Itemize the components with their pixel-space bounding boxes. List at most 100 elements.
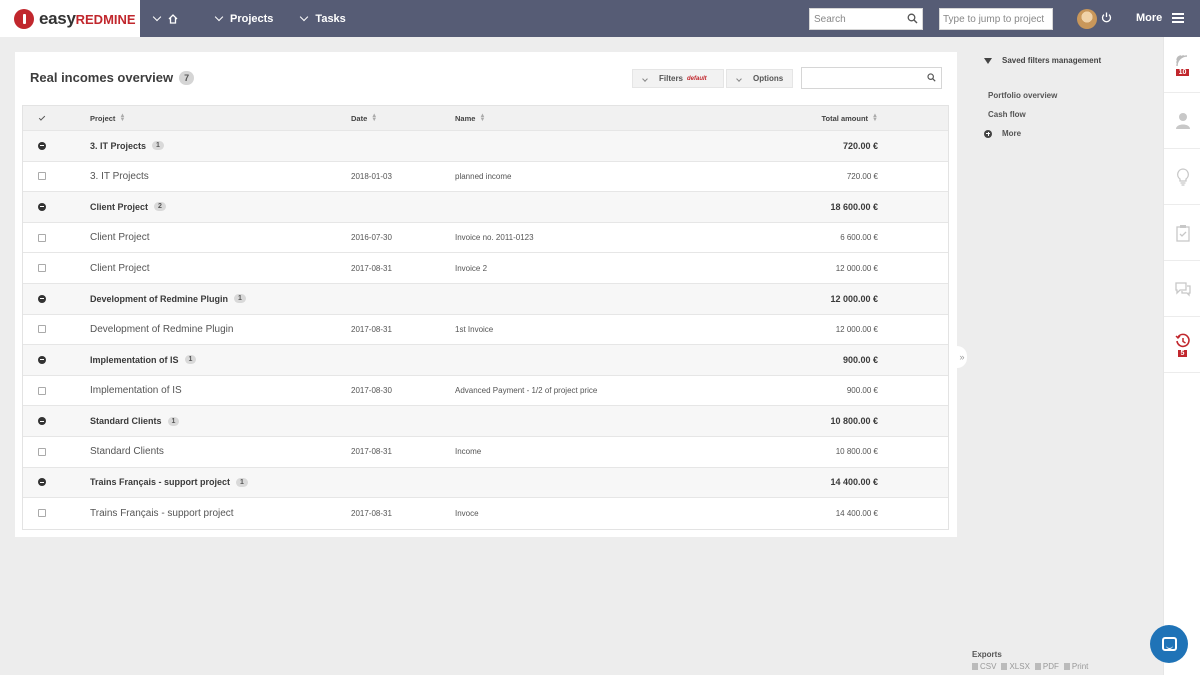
column-total-amount[interactable]: Total amount ▲ ▼	[822, 106, 878, 130]
more-menu-label[interactable]: More	[1136, 12, 1162, 24]
row-checkbox[interactable]	[38, 233, 46, 242]
column-project-label: Project	[90, 113, 116, 123]
list-search-input[interactable]	[801, 67, 942, 89]
group-label: Standard Clients	[90, 416, 162, 427]
page-title: Real incomes overview 7	[30, 70, 195, 85]
table-row[interactable]: Trains Français - support project 2017-0…	[23, 498, 948, 529]
table-row[interactable]: Standard Clients 2017-08-31 Income 10 80…	[23, 437, 948, 468]
sidebar-link-portfolio-overview[interactable]: Portfolio overview	[988, 91, 1057, 100]
row-checkbox[interactable]	[38, 172, 46, 181]
jump-to-project-input[interactable]: Type to jump to project	[939, 8, 1053, 30]
saved-filters-label: Saved filters management	[1002, 56, 1102, 65]
column-project[interactable]: Project ▲ ▼	[90, 106, 125, 130]
group-label: Development of Redmine Plugin	[90, 293, 229, 304]
export-print[interactable]: Print	[1064, 662, 1088, 671]
filters-button[interactable]: Filters default	[632, 69, 724, 88]
sort-icon: ▲ ▼	[872, 113, 878, 123]
filters-label: Filters	[659, 74, 684, 83]
rail-activity[interactable]: 10	[1164, 37, 1200, 93]
table-row[interactable]: Development of Redmine Plugin 2017-08-31…	[23, 315, 948, 346]
rail-timer[interactable]: 5	[1164, 317, 1200, 373]
sidebar-more-label: More	[1002, 129, 1022, 138]
group-row[interactable]: Standard Clients 1 10 800.00 €	[23, 406, 948, 437]
group-count-badge: 1	[236, 477, 248, 487]
select-all-toggle[interactable]	[35, 106, 49, 130]
group-row[interactable]: Client Project 2 18 600.00 €	[23, 192, 948, 223]
column-name[interactable]: Name ▲ ▼	[455, 106, 485, 130]
collapse-icon[interactable]	[38, 355, 46, 364]
home-menu[interactable]	[140, 0, 192, 37]
collapse-icon[interactable]	[38, 141, 46, 150]
plus-circle-icon	[984, 129, 992, 138]
cell-date: 2017-08-30	[351, 386, 392, 396]
row-checkbox[interactable]	[38, 447, 46, 456]
avatar[interactable]	[1077, 9, 1097, 29]
collapse-icon[interactable]	[38, 294, 46, 303]
cell-amount: 10 800.00 €	[835, 447, 878, 457]
rail-users[interactable]	[1164, 93, 1200, 149]
table-row[interactable]: Implementation of IS 2017-08-30 Advanced…	[23, 376, 948, 407]
table-row[interactable]: 3. IT Projects 2018-01-03 planned income…	[23, 162, 948, 193]
collapse-icon[interactable]	[38, 202, 46, 211]
sort-icon: ▲ ▼	[371, 113, 378, 123]
rail-ideas[interactable]	[1164, 149, 1200, 205]
chevron-down-icon	[152, 12, 162, 21]
search-icon	[907, 13, 918, 24]
search-input[interactable]: Search	[809, 8, 923, 30]
group-row[interactable]: Implementation of IS 1 900.00 €	[23, 345, 948, 376]
group-label: Implementation of IS	[90, 354, 179, 365]
sort-icon: ▲ ▼	[479, 113, 486, 123]
group-count-badge: 2	[154, 202, 166, 212]
tasks-menu[interactable]: Tasks	[287, 0, 359, 37]
cell-project: Client Project	[90, 232, 150, 244]
saved-filters-management[interactable]: Saved filters management	[984, 56, 1101, 65]
options-button[interactable]: Options	[726, 69, 793, 88]
history-clock-icon	[1175, 333, 1190, 347]
sidebar-collapse-toggle[interactable]: »	[957, 346, 967, 368]
rail-chat[interactable]	[1164, 261, 1200, 317]
table-header: Project ▲ ▼ Date ▲ ▼ Name ▲ ▼ Total amount ▲ ▼	[23, 106, 948, 131]
row-checkbox[interactable]	[38, 386, 46, 395]
logo[interactable]: easyREDMINE	[0, 0, 140, 37]
tasks-label: Tasks	[315, 12, 346, 25]
help-chat-button[interactable]	[1150, 625, 1188, 663]
group-row[interactable]: Development of Redmine Plugin 1 12 000.00…	[23, 283, 948, 315]
row-checkbox[interactable]	[38, 325, 46, 334]
count-badge: 7	[179, 71, 195, 85]
hamburger-icon[interactable]	[1172, 13, 1184, 23]
chevron-down-icon	[214, 12, 224, 21]
group-total: 900.00 €	[842, 354, 878, 365]
column-name-label: Name	[455, 113, 476, 123]
export-xlsx[interactable]: XLSX	[1001, 662, 1029, 671]
rail-tasks[interactable]	[1164, 205, 1200, 261]
export-links: CSV XLSX PDF Print	[972, 662, 1088, 671]
cell-project: 3. IT Projects	[90, 170, 149, 182]
group-total: 10 800.00 €	[830, 416, 878, 427]
column-date[interactable]: Date ▲ ▼	[351, 106, 377, 130]
projects-menu[interactable]: Projects	[192, 0, 287, 37]
logout-power-icon[interactable]	[1101, 12, 1112, 23]
row-checkbox[interactable]	[38, 264, 46, 273]
collapse-icon[interactable]	[38, 478, 46, 487]
cell-amount: 12 000.00 €	[835, 324, 878, 334]
cell-date: 2017-08-31	[351, 263, 392, 273]
column-total-amount-label: Total amount	[821, 113, 869, 123]
export-csv[interactable]: CSV	[972, 662, 996, 671]
group-label: Trains Français - support project	[90, 477, 231, 488]
cell-date: 2018-01-03	[351, 171, 392, 181]
table-row[interactable]: Client Project 2017-08-31 Invoice 2 12 0…	[23, 253, 948, 284]
group-row[interactable]: 3. IT Projects 1 720.00 €	[23, 131, 948, 162]
row-checkbox[interactable]	[38, 509, 46, 518]
sidebar-link-cash-flow[interactable]: Cash flow	[988, 110, 1026, 119]
table-row[interactable]: Client Project 2016-07-30 Invoice no. 20…	[23, 223, 948, 254]
collapse-icon[interactable]	[38, 417, 46, 426]
cell-amount: 12 000.00 €	[835, 263, 878, 273]
group-count-badge: 1	[167, 416, 180, 426]
group-row[interactable]: Trains Français - support project 1 14 40…	[23, 467, 948, 499]
chevron-down-icon	[736, 75, 742, 82]
sidebar-more-button[interactable]: More	[984, 129, 1021, 138]
right-rail: 10 5	[1163, 37, 1200, 675]
cell-date: 2017-08-31	[351, 447, 392, 457]
cell-project: Standard Clients	[90, 446, 164, 458]
export-pdf[interactable]: PDF	[1035, 662, 1059, 671]
